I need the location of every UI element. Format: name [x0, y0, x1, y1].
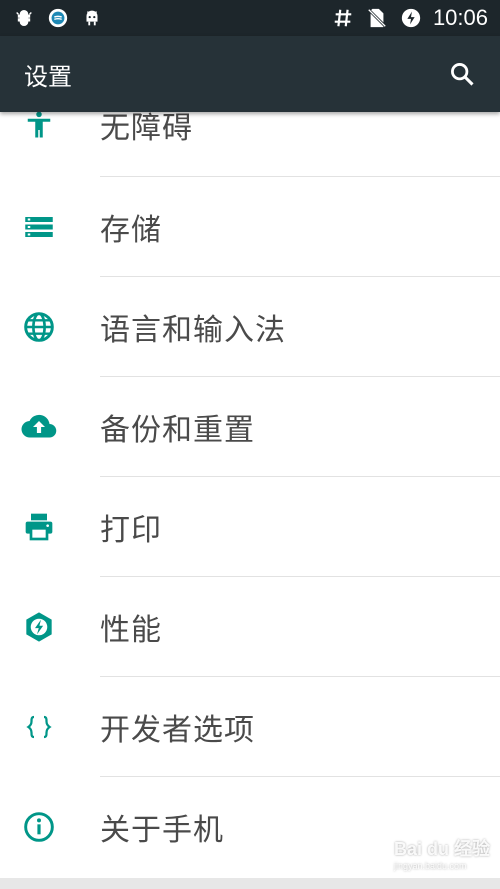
app-bar: 设置 [0, 36, 500, 112]
settings-item-label: 无障碍 [100, 112, 193, 146]
search-button[interactable] [442, 54, 482, 94]
about-phone-icon [20, 808, 58, 846]
settings-item-label: 开发者选项 [100, 713, 255, 748]
status-bar: 10:06 [0, 0, 500, 36]
settings-item-label: 备份和重置 [100, 413, 255, 448]
page-title: 设置 [24, 62, 72, 91]
performance-icon [20, 608, 58, 646]
battery-charging-icon [399, 6, 423, 30]
android-debug-icon [80, 6, 104, 30]
status-time: 10:06 [432, 5, 488, 30]
status-left-icons [12, 6, 104, 30]
settings-item-label: 关于手机 [100, 813, 224, 848]
watermark-brand: Bai du 经验 [393, 839, 490, 859]
settings-item-label: 性能 [100, 613, 162, 648]
settings-item-language-input[interactable]: 语言和输入法 [0, 277, 500, 377]
print-icon [20, 508, 58, 546]
search-icon [451, 63, 474, 86]
settings-item-developer-options[interactable]: 开发者选项 [0, 677, 500, 777]
bug-icon [12, 6, 36, 30]
watermark: Bai du 经验 jingyan.baidu.com [394, 835, 490, 871]
accessibility-icon [20, 112, 58, 144]
settings-item-label: 打印 [100, 513, 162, 548]
status-right-icons: 10:06 [331, 5, 488, 31]
hash-icon [331, 6, 355, 30]
developer-options-icon [20, 708, 58, 746]
settings-item-storage[interactable]: 存储 [0, 177, 500, 277]
settings-item-label: 存储 [100, 213, 162, 248]
cloud-backup-icon [20, 408, 58, 446]
no-sim-icon [365, 6, 389, 30]
settings-item-performance[interactable]: 性能 [0, 577, 500, 677]
settings-item-label: 语言和输入法 [100, 313, 286, 348]
app-notification-icon [46, 6, 70, 30]
settings-item-print[interactable]: 打印 [0, 477, 500, 577]
bottom-shadow [0, 878, 500, 889]
settings-list: 无障碍 存储 语言和输入法 备份和重置 打印 性能 开发者选项 关于手机 [0, 112, 500, 882]
settings-item-backup-reset[interactable]: 备份和重置 [0, 377, 500, 477]
watermark-url: jingyan.baidu.com [393, 861, 467, 871]
language-icon [20, 308, 58, 346]
storage-icon [20, 208, 58, 246]
settings-item-accessibility[interactable]: 无障碍 [0, 112, 500, 175]
